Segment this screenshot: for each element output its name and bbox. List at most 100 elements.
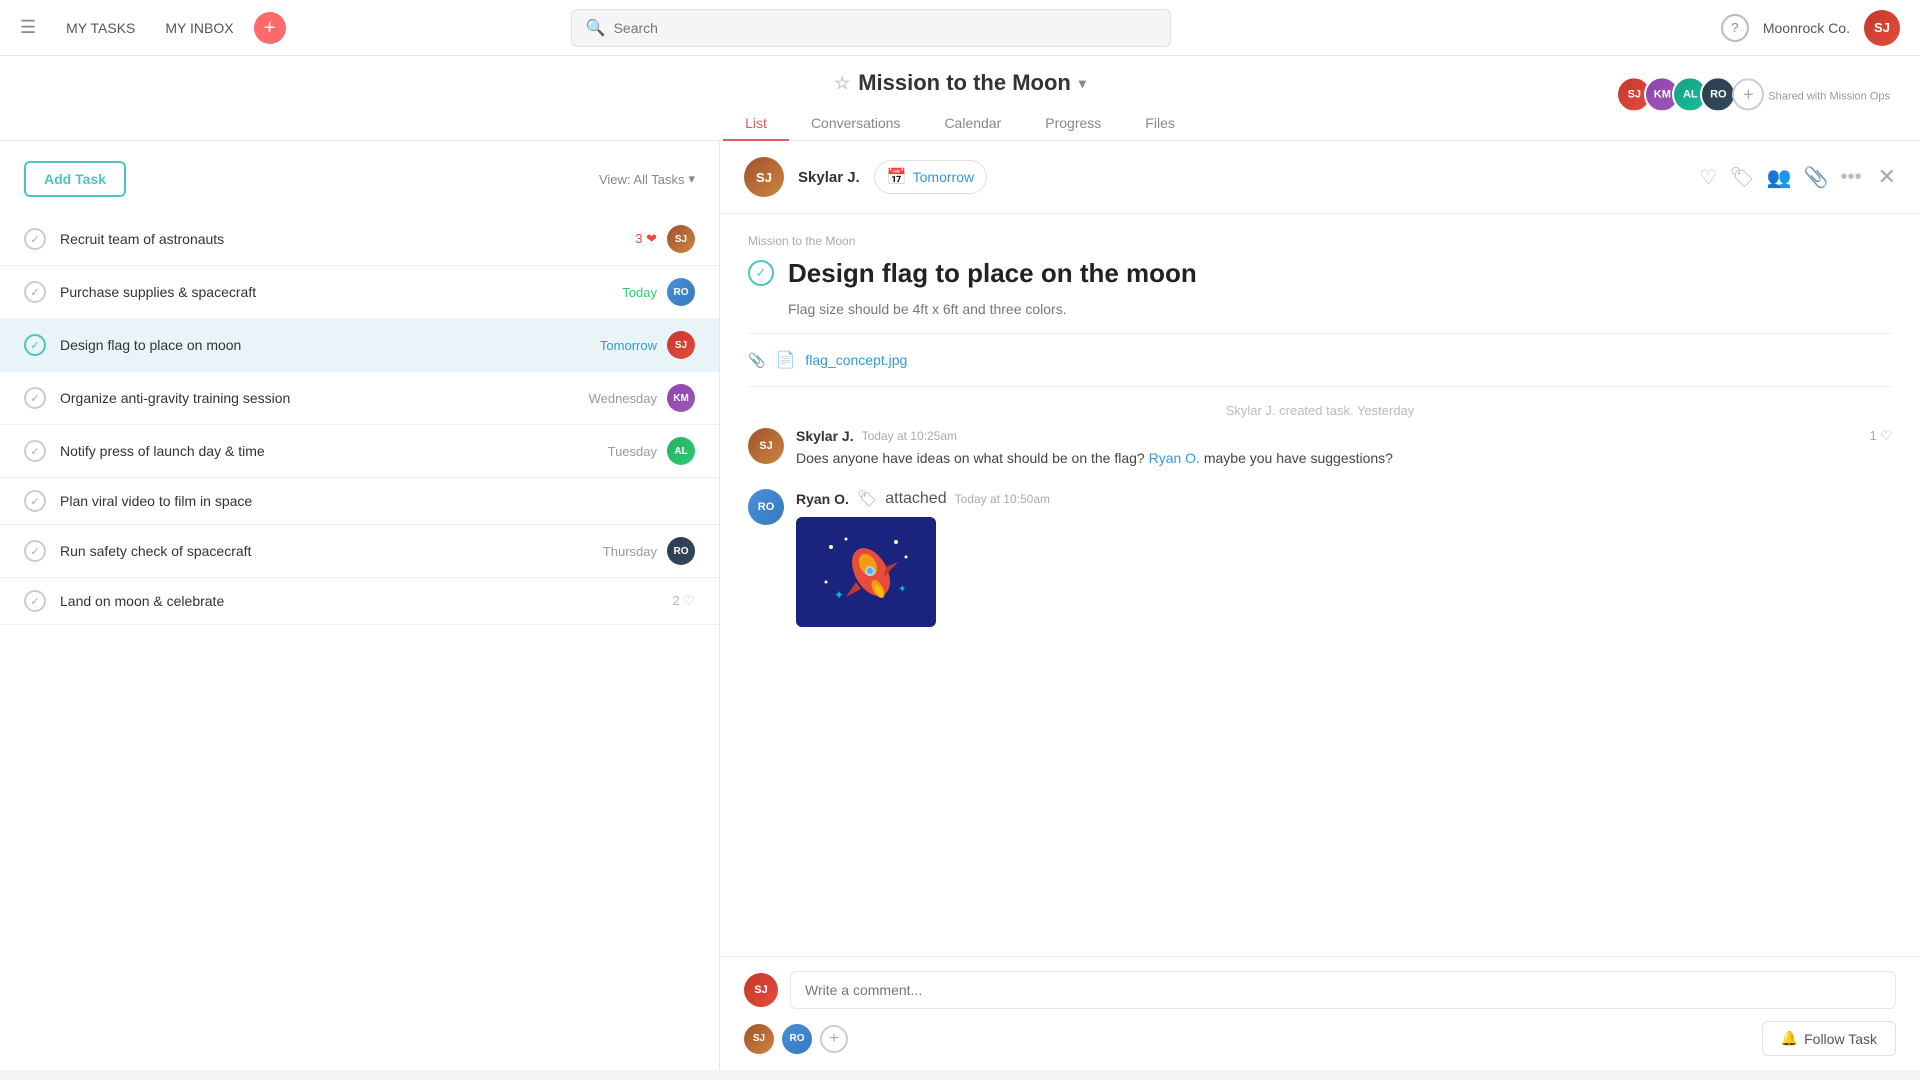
close-button[interactable]: ✕: [1878, 164, 1896, 190]
table-row[interactable]: ✓ Purchase supplies & spacecraft Today R…: [0, 266, 719, 319]
task-meta: Tomorrow SJ: [600, 331, 695, 359]
project-header: ☆ Mission to the Moon ▾ List Conversatio…: [0, 56, 1920, 141]
help-button[interactable]: ?: [1721, 14, 1749, 42]
comment-item: RO Ryan O. 🏷 attached Today at 10:50am: [748, 489, 1892, 627]
comment-input-avatar: SJ: [744, 973, 778, 1007]
org-name[interactable]: Moonrock Co.: [1763, 20, 1850, 36]
task-assignee-avatar: RO: [667, 537, 695, 565]
view-selector-chevron: ▾: [688, 171, 695, 187]
shared-label: Shared with Mission Ops: [1768, 90, 1890, 102]
project-title-text: Mission to the Moon: [858, 70, 1071, 96]
like-button[interactable]: ♡: [1699, 165, 1717, 190]
bell-icon: 🔔: [1781, 1030, 1798, 1047]
task-name: Run safety check of spacecraft: [60, 543, 603, 559]
comment-input[interactable]: [790, 971, 1896, 1009]
table-row[interactable]: ✓ Organize anti-gravity training session…: [0, 372, 719, 425]
task-date: Tuesday: [608, 444, 657, 459]
table-row[interactable]: ✓ Run safety check of spacecraft Thursda…: [0, 525, 719, 578]
nav-right: ? Moonrock Co. SJ: [1721, 10, 1900, 46]
user-avatar[interactable]: SJ: [1864, 10, 1900, 46]
task-checkbox[interactable]: ✓: [24, 440, 46, 462]
add-button[interactable]: +: [254, 12, 286, 44]
task-checkbox[interactable]: ✓: [24, 228, 46, 250]
tab-conversations[interactable]: Conversations: [789, 107, 923, 141]
task-detail-body: Mission to the Moon ✓ Design flag to pla…: [720, 214, 1920, 956]
collaborators-button[interactable]: 👥: [1767, 165, 1792, 190]
detail-actions: ♡ 🏷 👥 📎 ••• ✕: [1699, 164, 1896, 190]
my-tasks-link[interactable]: MY TASKS: [66, 20, 135, 36]
paperclip-icon: 📎: [748, 352, 765, 369]
task-checkbox[interactable]: ✓: [24, 490, 46, 512]
comment-avatar: SJ: [748, 428, 784, 464]
task-date: Tomorrow: [600, 338, 657, 353]
footer-avatar-1[interactable]: SJ: [744, 1024, 774, 1054]
task-checkbox[interactable]: ✓: [24, 281, 46, 303]
view-selector[interactable]: View: All Tasks ▾: [599, 171, 695, 187]
detail-due-date-text: Tomorrow: [913, 169, 974, 185]
footer-avatar-2[interactable]: RO: [782, 1024, 812, 1054]
task-meta: Today RO: [622, 278, 695, 306]
tag-button[interactable]: 🏷: [1729, 165, 1754, 190]
attachment-button[interactable]: 📎: [1804, 165, 1829, 190]
file-icon: 📄: [775, 350, 795, 370]
task-list-header: Add Task View: All Tasks ▾: [0, 141, 719, 213]
table-row[interactable]: ✓ Plan viral video to film in space: [0, 478, 719, 525]
divider: [748, 333, 1892, 334]
detail-assignee-avatar[interactable]: SJ: [744, 157, 784, 197]
task-checkbox[interactable]: ✓: [24, 590, 46, 612]
tab-list[interactable]: List: [723, 107, 789, 141]
comment-time: Today at 10:25am: [862, 429, 957, 443]
task-list: ✓ Recruit team of astronauts 3 ❤ SJ ✓ Pu…: [0, 213, 719, 1070]
task-checkbox[interactable]: ✓: [24, 387, 46, 409]
table-row[interactable]: ✓ Land on moon & celebrate 2 ♡: [0, 578, 719, 625]
more-options-button[interactable]: •••: [1841, 166, 1862, 189]
task-list-panel: Add Task View: All Tasks ▾ ✓ Recruit tea…: [0, 141, 720, 1070]
rocket-image: ✦ ✦: [796, 517, 936, 627]
chevron-down-icon[interactable]: ▾: [1079, 75, 1086, 92]
my-inbox-link[interactable]: MY INBOX: [165, 20, 233, 36]
add-task-button[interactable]: Add Task: [24, 161, 126, 197]
comment-avatar: RO: [748, 489, 784, 525]
tab-calendar[interactable]: Calendar: [922, 107, 1023, 141]
comment-header: Ryan O. 🏷 attached Today at 10:50am: [796, 489, 1892, 509]
follow-task-button[interactable]: 🔔 Follow Task: [1762, 1021, 1896, 1056]
attachment-row: 📎 📄 flag_concept.jpg: [748, 350, 1892, 370]
task-title-text: Design flag to place on the moon: [788, 258, 1197, 289]
search-bar[interactable]: 🔍: [571, 9, 1171, 47]
task-meta: 3 ❤ SJ: [635, 225, 695, 253]
star-icon[interactable]: ☆: [834, 73, 850, 94]
attachment-name[interactable]: flag_concept.jpg: [805, 352, 907, 368]
task-checkbox[interactable]: ✓: [24, 540, 46, 562]
task-meta: Tuesday AL: [608, 437, 695, 465]
task-likes[interactable]: 2 ♡: [673, 593, 696, 609]
add-follower-button[interactable]: +: [820, 1025, 848, 1053]
tab-files[interactable]: Files: [1123, 107, 1197, 141]
task-meta: 2 ♡: [673, 593, 696, 609]
search-input[interactable]: [614, 20, 1156, 36]
search-icon: 🔍: [586, 18, 606, 38]
add-shared-user-button[interactable]: +: [1732, 78, 1764, 110]
footer-actions: SJ RO + 🔔 Follow Task: [744, 1021, 1896, 1056]
main-content: Add Task View: All Tasks ▾ ✓ Recruit tea…: [0, 141, 1920, 1070]
shared-user-4[interactable]: RO: [1700, 76, 1736, 112]
table-row[interactable]: ✓ Design flag to place on moon Tomorrow …: [0, 319, 719, 372]
task-meta: Thursday RO: [603, 537, 695, 565]
task-title-checkbox[interactable]: ✓: [748, 260, 774, 286]
task-name: Design flag to place on moon: [60, 337, 600, 353]
comment-likes[interactable]: 1 ♡: [1870, 428, 1893, 444]
table-row[interactable]: ✓ Recruit team of astronauts 3 ❤ SJ: [0, 213, 719, 266]
comment-text: Does anyone have ideas on what should be…: [796, 448, 1892, 469]
tag-icon: 🏷: [857, 489, 877, 509]
mention[interactable]: Ryan O.: [1149, 450, 1200, 466]
task-assignee-avatar: RO: [667, 278, 695, 306]
table-row[interactable]: ✓ Notify press of launch day & time Tues…: [0, 425, 719, 478]
task-hearts[interactable]: 3 ❤: [635, 231, 657, 247]
svg-text:✦: ✦: [898, 584, 906, 595]
hamburger-icon[interactable]: ☰: [20, 17, 36, 38]
task-checkbox[interactable]: ✓: [24, 334, 46, 356]
detail-assignee-name[interactable]: Skylar J.: [798, 169, 860, 186]
tab-progress[interactable]: Progress: [1023, 107, 1123, 141]
task-assignee-avatar: KM: [667, 384, 695, 412]
detail-due-date[interactable]: 📅 Tomorrow: [874, 160, 987, 194]
task-description: Flag size should be 4ft x 6ft and three …: [788, 301, 1892, 317]
